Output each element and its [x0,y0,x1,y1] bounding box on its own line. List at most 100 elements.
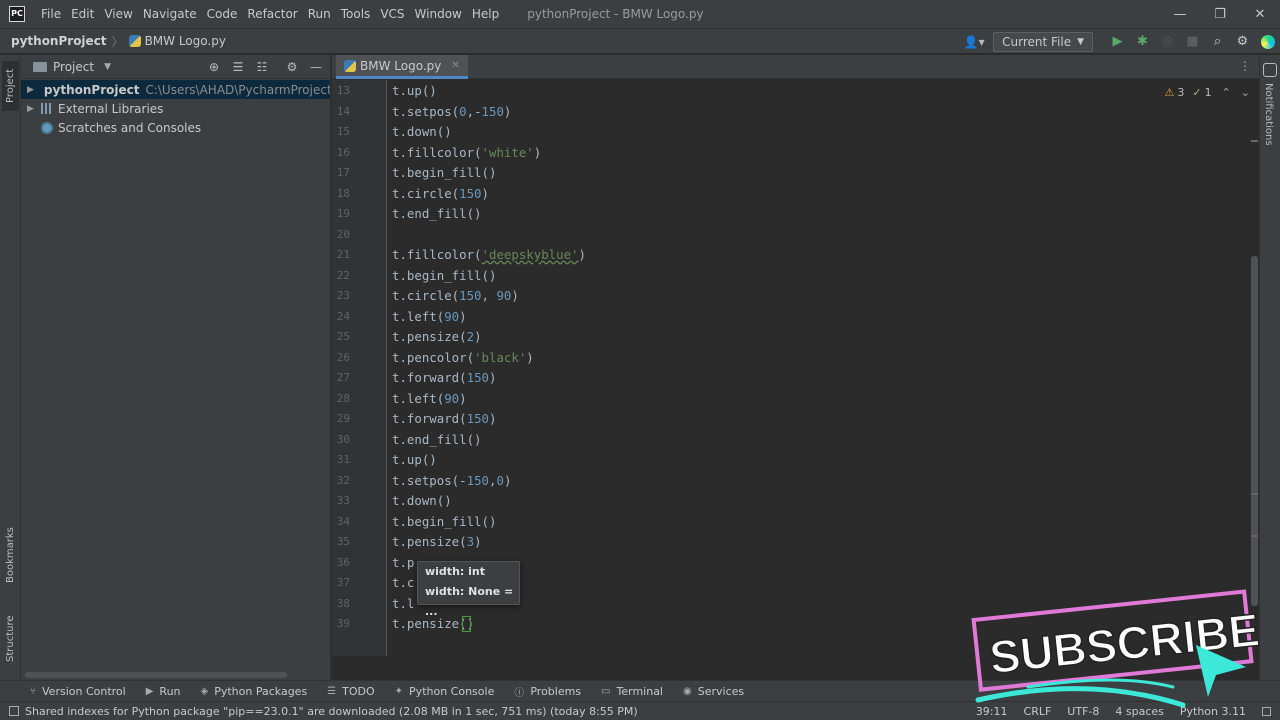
param-hint-row: width: None = ... [425,585,514,618]
jetbrains-toolbox-icon[interactable] [1255,29,1280,54]
code-line[interactable]: t.pencolor('black') [392,348,534,368]
line-number-gutter: 13 14 15 16 17 18 19 20 21 22 23 24 25 26 27 28 29 30 31 32… [332,80,387,656]
menu-code[interactable]: Code [207,7,238,21]
code-line[interactable]: t.up() [392,450,437,470]
tool-tab-label: Python Packages [214,684,308,698]
chevron-down-icon[interactable]: ▼ [104,62,111,72]
tree-item-external-libraries[interactable]: ▶ External Libraries [21,99,330,118]
code-line[interactable]: t.pensize(2) [392,327,482,347]
line-number: 15 [336,125,350,138]
project-panel-title[interactable]: Project [53,60,94,74]
menu-view[interactable]: View [104,7,132,21]
scroll-thumb[interactable] [1251,256,1258,606]
code-line[interactable]: t.setpos(0,-150) [392,102,511,122]
menu-window[interactable]: Window [415,7,462,21]
tool-tab-terminal[interactable]: ▭ Terminal [601,685,663,698]
line-number: 24 [336,309,350,323]
horizontal-scrollbar[interactable] [25,672,287,678]
bookmarks-tool-tab[interactable]: Bookmarks [2,515,19,595]
code-line[interactable]: t.c [392,573,414,593]
status-toggle-icon[interactable] [9,706,19,716]
tool-tab-run[interactable]: ▶ Run [146,685,181,698]
code-line[interactable]: t.up() [392,81,437,101]
notifications-tool-tab[interactable]: Notifications [1263,83,1274,146]
code-line[interactable]: t.left(90) [392,389,467,409]
menu-vcs[interactable]: VCS [380,7,404,21]
menu-navigate[interactable]: Navigate [143,7,197,21]
project-tool-tab[interactable]: Project [2,61,19,111]
hide-panel-icon[interactable]: — [304,55,328,79]
chevron-up-icon[interactable]: ⌃ [1222,86,1231,99]
expand-all-icon[interactable]: ☰ [226,55,250,79]
menu-tools[interactable]: Tools [341,7,371,21]
tool-tab-python-console[interactable]: ✦ Python Console [395,685,495,698]
code-line[interactable]: t.begin_fill() [392,266,496,286]
scratches-icon [41,121,53,134]
restore-button[interactable]: ❐ [1200,0,1240,28]
python-file-icon [344,59,356,72]
code-line[interactable]: t.setpos(-150,0) [392,471,511,491]
settings-gear-icon[interactable]: ⚙ [1230,29,1255,54]
menu-run[interactable]: Run [308,7,331,21]
code-line[interactable]: t.begin_fill() [392,163,496,183]
minimize-button[interactable]: — [1160,0,1200,28]
menu-refactor[interactable]: Refactor [247,7,297,21]
tree-item-project-root[interactable]: ▶ pythonProject C:\Users\AHAD\PycharmPro… [21,80,330,99]
tool-tab-label: Services [697,684,745,698]
code-line[interactable]: t.down() [392,122,452,142]
chevron-right-icon[interactable]: ▶ [27,104,37,114]
chevron-right-icon[interactable]: ▶ [27,85,34,95]
project-panel-tools: ⊕ ☰ ☷ ⚙ — [202,55,328,79]
editor-vertical-scrollbar[interactable] [1249,80,1259,656]
tree-item-scratches[interactable]: Scratches and Consoles [21,118,330,137]
tool-tab-problems[interactable]: ⓘ Problems [514,684,581,699]
stop-icon[interactable]: ■ [1180,29,1205,54]
menu-help[interactable]: Help [472,7,499,21]
structure-tool-tab[interactable]: Structure [2,603,19,675]
close-tab-icon[interactable]: ✕ [451,60,459,71]
close-button[interactable]: ✕ [1240,0,1280,28]
user-icon[interactable]: 👤▾ [961,35,987,49]
editor-tab-bmw-logo[interactable]: BMW Logo.py ✕ [336,55,468,79]
locate-file-icon[interactable]: ⊕ [202,55,226,79]
tool-tab-services[interactable]: ◉ Services [683,685,744,698]
code-line[interactable]: t.circle(150, 90) [392,286,519,306]
run-icon[interactable]: ▶ [1105,29,1130,54]
options-gear-icon[interactable]: ⚙ [280,55,304,79]
code-line[interactable]: t.end_fill() [392,430,482,450]
tool-tab-python-packages[interactable]: ◈ Python Packages [201,685,308,698]
code-line[interactable]: t.end_fill() [392,204,482,224]
tool-tab-label: Python Console [409,684,495,698]
tool-tab-version-control[interactable]: ⑂ Version Control [30,685,126,698]
breadcrumb-project[interactable]: pythonProject [11,34,107,48]
collapse-all-icon[interactable]: ☷ [250,55,274,79]
coverage-icon[interactable]: ◎ [1155,29,1180,54]
run-configuration-dropdown[interactable]: Current File ▼ [993,31,1093,52]
code-line[interactable]: t.fillcolor('white') [392,143,541,163]
code-line[interactable]: t.circle(150) [392,184,489,204]
code-line[interactable]: t.l [392,594,414,614]
code-line[interactable]: t.p [392,553,414,573]
debug-icon[interactable]: ✱ [1130,29,1155,54]
line-number: 28 [336,391,350,405]
line-number: 30 [336,432,350,446]
tool-tab-todo[interactable]: ☰ TODO [327,685,374,698]
menu-edit[interactable]: Edit [71,7,94,21]
more-tabs-icon[interactable]: ⋮ [1239,59,1251,73]
code-line[interactable]: t.begin_fill() [392,512,496,532]
code-line[interactable]: t.forward(150) [392,409,496,429]
code-line[interactable]: t.left(90) [392,307,467,327]
code-line[interactable]: t.forward(150) [392,368,496,388]
code-line[interactable]: t.down() [392,491,452,511]
status-message[interactable]: Shared indexes for Python package "pip==… [25,705,638,718]
search-icon[interactable]: ⌕ [1205,29,1230,54]
code-line[interactable]: t.fillcolor('deepskyblue') [392,245,586,265]
parameter-info-popup: width: int width: None = ... [417,561,520,618]
menu-file[interactable]: File [41,7,61,21]
tree-item-label: Scratches and Consoles [58,120,202,135]
code-line[interactable]: t.pensize(3) [392,532,482,552]
breadcrumb-file[interactable]: BMW Logo.py [145,34,226,48]
inspection-widget[interactable]: ⚠ 3 ✓ 1 ⌃ ⌄ [1164,86,1250,99]
notifications-bell-icon[interactable] [1263,63,1277,77]
line-number: 19 [336,207,350,220]
